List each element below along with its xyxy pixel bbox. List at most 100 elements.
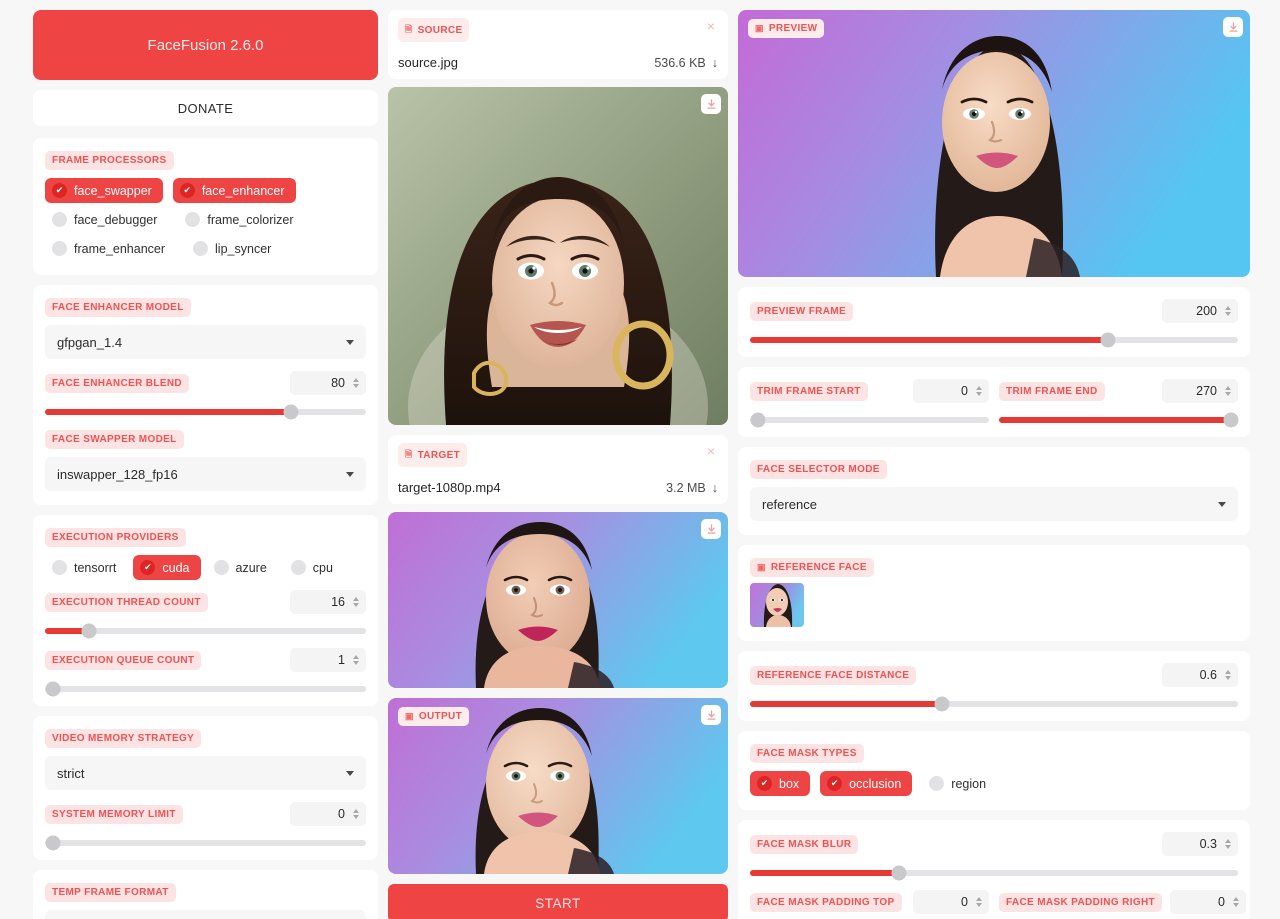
option-label: face_debugger (74, 212, 158, 227)
check-icon: ✔ (140, 560, 156, 575)
video-memory-strategy-select[interactable]: strict (45, 756, 366, 790)
target-close-button[interactable]: × (702, 442, 720, 460)
stepper-icon[interactable] (353, 655, 359, 665)
checkbox-mask-region[interactable]: ✔ region (922, 771, 997, 796)
preview-frame-slider[interactable] (750, 332, 1238, 348)
reference-face-distance-slider[interactable] (750, 696, 1238, 712)
start-button[interactable]: START (388, 884, 728, 919)
stepper-icon[interactable] (1225, 306, 1231, 316)
checkbox-azure[interactable]: ✔ azure (207, 555, 278, 580)
start-label: START (535, 895, 581, 911)
stepper-icon[interactable] (1225, 670, 1231, 680)
target-file-row[interactable]: target-1080p.mp4 3.2 MB ↓ (388, 473, 728, 504)
donate-button[interactable]: DONATE (33, 90, 378, 126)
checkbox-frame-enhancer[interactable]: ✔ frame_enhancer (45, 236, 176, 261)
stepper-icon[interactable] (1232, 897, 1239, 907)
checkbox-frame-colorizer[interactable]: ✔ frame_colorizer (178, 207, 304, 232)
face-enhancer-blend-input[interactable]: 80 (290, 371, 366, 395)
checkbox-face-swapper[interactable]: ✔ face_swapper (45, 178, 163, 203)
stepper-icon[interactable] (353, 597, 359, 607)
checkbox-cuda[interactable]: ✔ cuda (133, 555, 201, 580)
face-swapper-model-select[interactable]: inswapper_128_fp16 (45, 457, 366, 491)
stepper-icon[interactable] (1225, 386, 1231, 396)
reference-face-distance-input[interactable]: 0.6 (1162, 663, 1238, 687)
execution-queue-count-slider[interactable] (45, 681, 366, 697)
temp-frame-format-select[interactable]: png (45, 910, 366, 919)
face-mask-blur-input[interactable]: 0.3 (1162, 832, 1238, 856)
source-file-row[interactable]: source.jpg 536.6 KB ↓ (388, 48, 728, 79)
selected-value: reference (762, 496, 817, 512)
preview-frame-label: PREVIEW FRAME (750, 301, 853, 321)
source-filename: source.jpg (398, 55, 458, 70)
download-icon[interactable]: ↓ (712, 56, 718, 70)
target-header: 🗎 TARGET × (388, 435, 728, 473)
execution-thread-count-slider[interactable] (45, 623, 366, 639)
face-mask-padding-right-input[interactable]: 0 (1169, 890, 1246, 914)
checkbox-lip-syncer[interactable]: ✔ lip_syncer (186, 236, 282, 261)
download-icon (1229, 21, 1237, 32)
reference-face-label: ▣ REFERENCE FACE (750, 558, 874, 577)
temp-frame-format-label: TEMP FRAME FORMAT (45, 883, 176, 902)
source-image (388, 87, 728, 425)
option-label: cuda (162, 560, 190, 575)
trim-frame-end-slider[interactable] (999, 412, 1238, 428)
video-icon: ▣ (405, 711, 414, 721)
checkbox-tensorrt[interactable]: ✔ tensorrt (45, 555, 127, 580)
checkbox-face-debugger[interactable]: ✔ face_debugger (45, 207, 168, 232)
preview-image[interactable]: ▣ PREVIEW (738, 10, 1250, 277)
face-swapper-model-label: FACE SWAPPER MODEL (45, 430, 184, 449)
preview-frame-input[interactable]: 200 (1162, 299, 1238, 323)
face-selector-mode-select[interactable]: reference (750, 487, 1238, 521)
value: 16 (331, 595, 345, 609)
execution-providers-options: ✔ tensorrt ✔ cuda ✔ azure ✔ cpu (45, 555, 366, 580)
trim-frame-start-input[interactable]: 0 (913, 379, 989, 403)
execution-queue-count-input[interactable]: 1 (290, 648, 366, 672)
stepper-icon[interactable] (976, 386, 982, 396)
face-mask-blur-slider[interactable] (750, 865, 1238, 881)
system-memory-limit-input[interactable]: 0 (290, 802, 366, 826)
trim-frame-start-slider[interactable] (750, 412, 989, 428)
stepper-icon[interactable] (1225, 839, 1231, 849)
target-download-button[interactable] (701, 519, 721, 539)
download-icon[interactable]: ↓ (712, 481, 718, 495)
face-enhancer-blend-slider[interactable] (45, 404, 366, 420)
face-enhancer-model-select[interactable]: gfpgan_1.4 (45, 325, 366, 359)
trim-frame-end-input[interactable]: 270 (1162, 379, 1238, 403)
check-icon: ✔ (193, 241, 209, 256)
output-download-button[interactable] (701, 705, 721, 725)
check-icon: ✔ (52, 241, 67, 256)
execution-card: EXECUTION PROVIDERS ✔ tensorrt ✔ cuda ✔ … (33, 515, 378, 706)
selected-value: gfpgan_1.4 (57, 334, 123, 350)
check-icon: ✔ (757, 776, 772, 791)
model-settings-card: FACE ENHANCER MODEL gfpgan_1.4 FACE ENHA… (33, 285, 378, 505)
temp-frame-format-card: TEMP FRAME FORMAT png (33, 870, 378, 919)
trim-frames-card: TRIM FRAME START 0 TRIM FRAME END 270 (738, 367, 1250, 437)
value: 0.6 (1199, 668, 1217, 682)
checkbox-mask-occlusion[interactable]: ✔ occlusion (820, 771, 913, 796)
option-label: region (951, 776, 987, 791)
execution-queue-count-label: EXECUTION QUEUE COUNT (45, 650, 202, 670)
checkbox-cpu[interactable]: ✔ cpu (284, 555, 344, 580)
output-video[interactable]: ▣ OUTPUT (388, 698, 728, 874)
stepper-icon[interactable] (353, 378, 359, 388)
source-download-button[interactable] (701, 94, 721, 114)
reference-face-thumbnail[interactable] (750, 583, 804, 627)
source-filesize: 536.6 KB (654, 55, 706, 70)
selected-value: inswapper_128_fp16 (57, 466, 178, 482)
check-icon: ✔ (290, 560, 306, 575)
system-memory-limit-slider[interactable] (45, 835, 366, 851)
facefusion-app: FaceFusion 2.6.0 DONATE FRAME PROCESSORS… (0, 0, 1280, 919)
source-close-button[interactable]: × (702, 17, 720, 35)
checkbox-mask-box[interactable]: ✔ box (750, 771, 811, 796)
stepper-icon[interactable] (976, 897, 982, 907)
preview-download-button[interactable] (1223, 17, 1243, 37)
execution-thread-count-row: EXECUTION THREAD COUNT 16 (45, 590, 366, 614)
trim-frame-start-row: TRIM FRAME START 0 (750, 379, 989, 403)
file-icon: 🗎 (405, 449, 413, 459)
execution-thread-count-input[interactable]: 16 (290, 590, 366, 614)
reference-face-distance-card: REFERENCE FACE DISTANCE 0.6 (738, 651, 1250, 721)
face-mask-padding-top-input[interactable]: 0 (913, 890, 989, 914)
stepper-icon[interactable] (353, 809, 359, 819)
target-video[interactable] (388, 512, 728, 688)
checkbox-face-enhancer[interactable]: ✔ face_enhancer (172, 178, 296, 203)
